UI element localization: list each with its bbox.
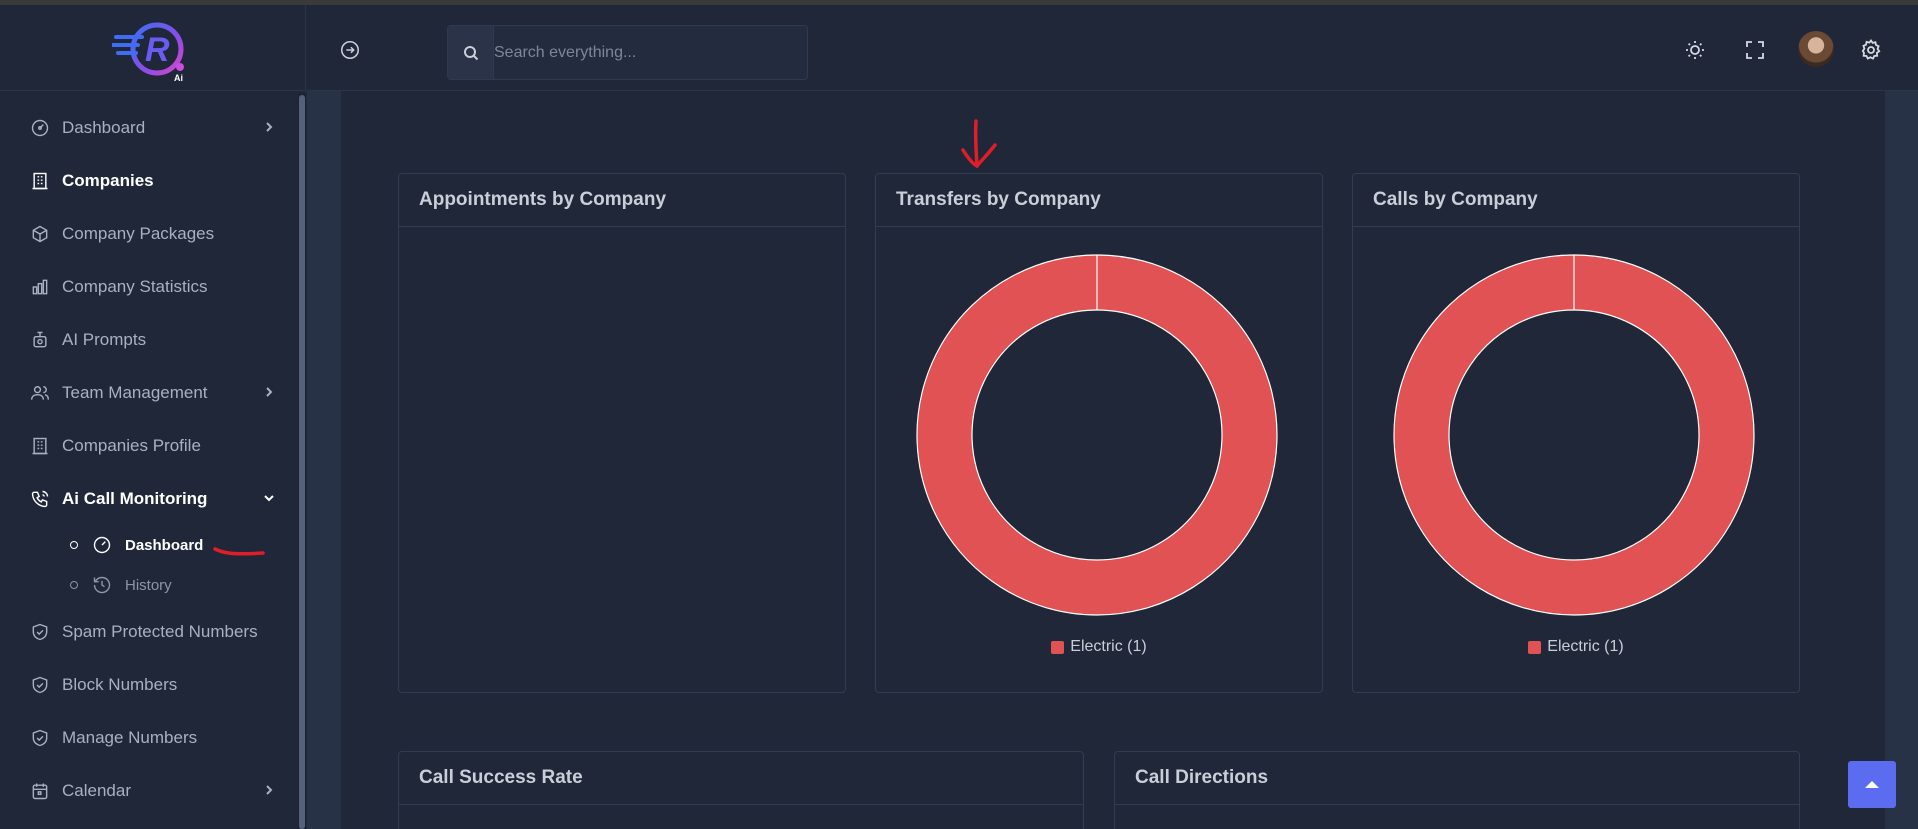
legend-swatch [1051, 640, 1065, 654]
chevron-right-icon [262, 782, 276, 796]
legend-label: Electric (1) [1070, 638, 1147, 655]
sidebar-item-label: Spam Protected Numbers [62, 621, 258, 641]
sidebar-item-team-management[interactable]: Team Management [0, 366, 300, 419]
sidebar-item-label: Block Numbers [62, 674, 178, 694]
sidebar-item-label: Companies Profile [62, 435, 201, 455]
sidebar-item-label: Ai Call Monitoring [62, 488, 208, 508]
card-header: Call Directions [1115, 752, 1799, 805]
card-title: Call Success Rate [419, 767, 583, 788]
chevron-right-icon [262, 384, 276, 398]
calls-by-company-card: Calls by Company Electric (1) [1352, 173, 1800, 693]
scroll-to-top-button[interactable] [1848, 761, 1896, 808]
phone-call-icon [29, 488, 50, 509]
card-title: Calls by Company [1373, 189, 1538, 210]
card-title: Appointments by Company [419, 189, 667, 210]
sidebar-item-companies-profile[interactable]: Companies Profile [0, 419, 300, 472]
shield-check-icon [29, 727, 50, 748]
sidebar-nav: Dashboard Companies Company Packages Com… [0, 101, 300, 817]
card-title: Transfers by Company [896, 189, 1101, 210]
caret-up-icon [1865, 781, 1879, 788]
sidebar-item-ai-prompts[interactable]: AI Prompts [0, 313, 300, 366]
top-header [307, 5, 1918, 91]
shield-check-icon [29, 674, 50, 695]
bar-chart-icon [29, 276, 50, 297]
chevron-down-icon [262, 490, 276, 504]
history-icon [92, 575, 112, 595]
legend-label: Electric (1) [1547, 638, 1624, 655]
sidebar-item-label: Manage Numbers [62, 727, 198, 747]
robot-icon [29, 329, 50, 350]
sidebar-item-label: Dashboard [62, 117, 146, 137]
sidebar-item-manage-numbers[interactable]: Manage Numbers [0, 711, 300, 764]
sidebar-item-companies[interactable]: Companies [0, 154, 300, 207]
sidebar-subitem-label: History [125, 576, 172, 594]
bullet-icon [70, 581, 78, 589]
bullet-icon [70, 541, 78, 549]
content-gutter-left [307, 91, 341, 829]
annotation-arrow [961, 119, 997, 169]
chart-legend[interactable]: Electric (1) [876, 638, 1322, 656]
fullscreen-icon[interactable] [1743, 38, 1767, 62]
card-title: Call Directions [1135, 767, 1269, 788]
sidebar-scrollbar-thumb[interactable] [299, 95, 305, 829]
sidebar-subitem-history[interactable]: History [0, 565, 300, 605]
sidebar-item-label: Team Management [62, 382, 208, 402]
theme-toggle-sun-icon[interactable] [1683, 38, 1707, 62]
sidebar-item-label: Companies [62, 170, 154, 190]
sidebar-subitem-label: Dashboard [125, 536, 204, 554]
search-input[interactable] [494, 26, 806, 79]
annotation-underline [213, 547, 265, 556]
avatar[interactable] [1798, 31, 1834, 67]
gear-icon[interactable] [1859, 38, 1883, 62]
building-icon [29, 170, 50, 191]
svg-text:R: R [145, 31, 170, 69]
call-success-rate-card: Call Success Rate [398, 751, 1084, 829]
appointments-by-company-card: Appointments by Company [398, 173, 846, 693]
users-icon [29, 382, 50, 403]
sidebar-item-block-numbers[interactable]: Block Numbers [0, 658, 300, 711]
sidebar-item-company-statistics[interactable]: Company Statistics [0, 260, 300, 313]
calls-donut-chart [1393, 254, 1755, 616]
package-icon [29, 223, 50, 244]
sidebar-item-ai-call-monitoring[interactable]: Ai Call Monitoring [0, 472, 300, 525]
sidebar-item-label: Calendar [62, 780, 131, 800]
gauge-icon [29, 117, 50, 138]
sidebar-item-label: Company Packages [62, 223, 215, 243]
calendar-icon [29, 780, 50, 801]
sidebar-item-spam-protected-numbers[interactable]: Spam Protected Numbers [0, 605, 300, 658]
sidebar-item-dashboard[interactable]: Dashboard [0, 101, 300, 154]
transfers-donut-chart [916, 254, 1278, 616]
sidebar-item-calendar[interactable]: Calendar [0, 764, 300, 817]
search-icon[interactable] [448, 26, 494, 79]
sidebar-item-label: AI Prompts [62, 329, 147, 349]
svg-text:Ai: Ai [174, 73, 183, 83]
shield-check-icon [29, 621, 50, 642]
search-box [447, 25, 808, 80]
call-directions-card: Call Directions [1114, 751, 1800, 829]
transfers-by-company-card: Transfers by Company Electric (1) [875, 173, 1323, 693]
card-header: Call Success Rate [399, 752, 1083, 805]
sidebar-item-label: Company Statistics [62, 276, 208, 296]
card-header: Calls by Company [1353, 174, 1799, 227]
card-header: Transfers by Company [876, 174, 1322, 227]
building-icon [29, 435, 50, 456]
legend-swatch [1528, 640, 1542, 654]
sidebar-toggle-icon[interactable] [339, 39, 361, 61]
sidebar: R Ai Dashboard Companies Company Package… [0, 5, 306, 829]
brand-logo[interactable]: R Ai [110, 15, 194, 83]
chart-legend[interactable]: Electric (1) [1353, 638, 1799, 656]
sidebar-item-company-packages[interactable]: Company Packages [0, 207, 300, 260]
chevron-right-icon [262, 119, 276, 133]
gauge-icon [92, 535, 112, 555]
logo-area: R Ai [0, 5, 306, 91]
card-header: Appointments by Company [399, 174, 845, 227]
content-gutter-right [1885, 91, 1918, 829]
